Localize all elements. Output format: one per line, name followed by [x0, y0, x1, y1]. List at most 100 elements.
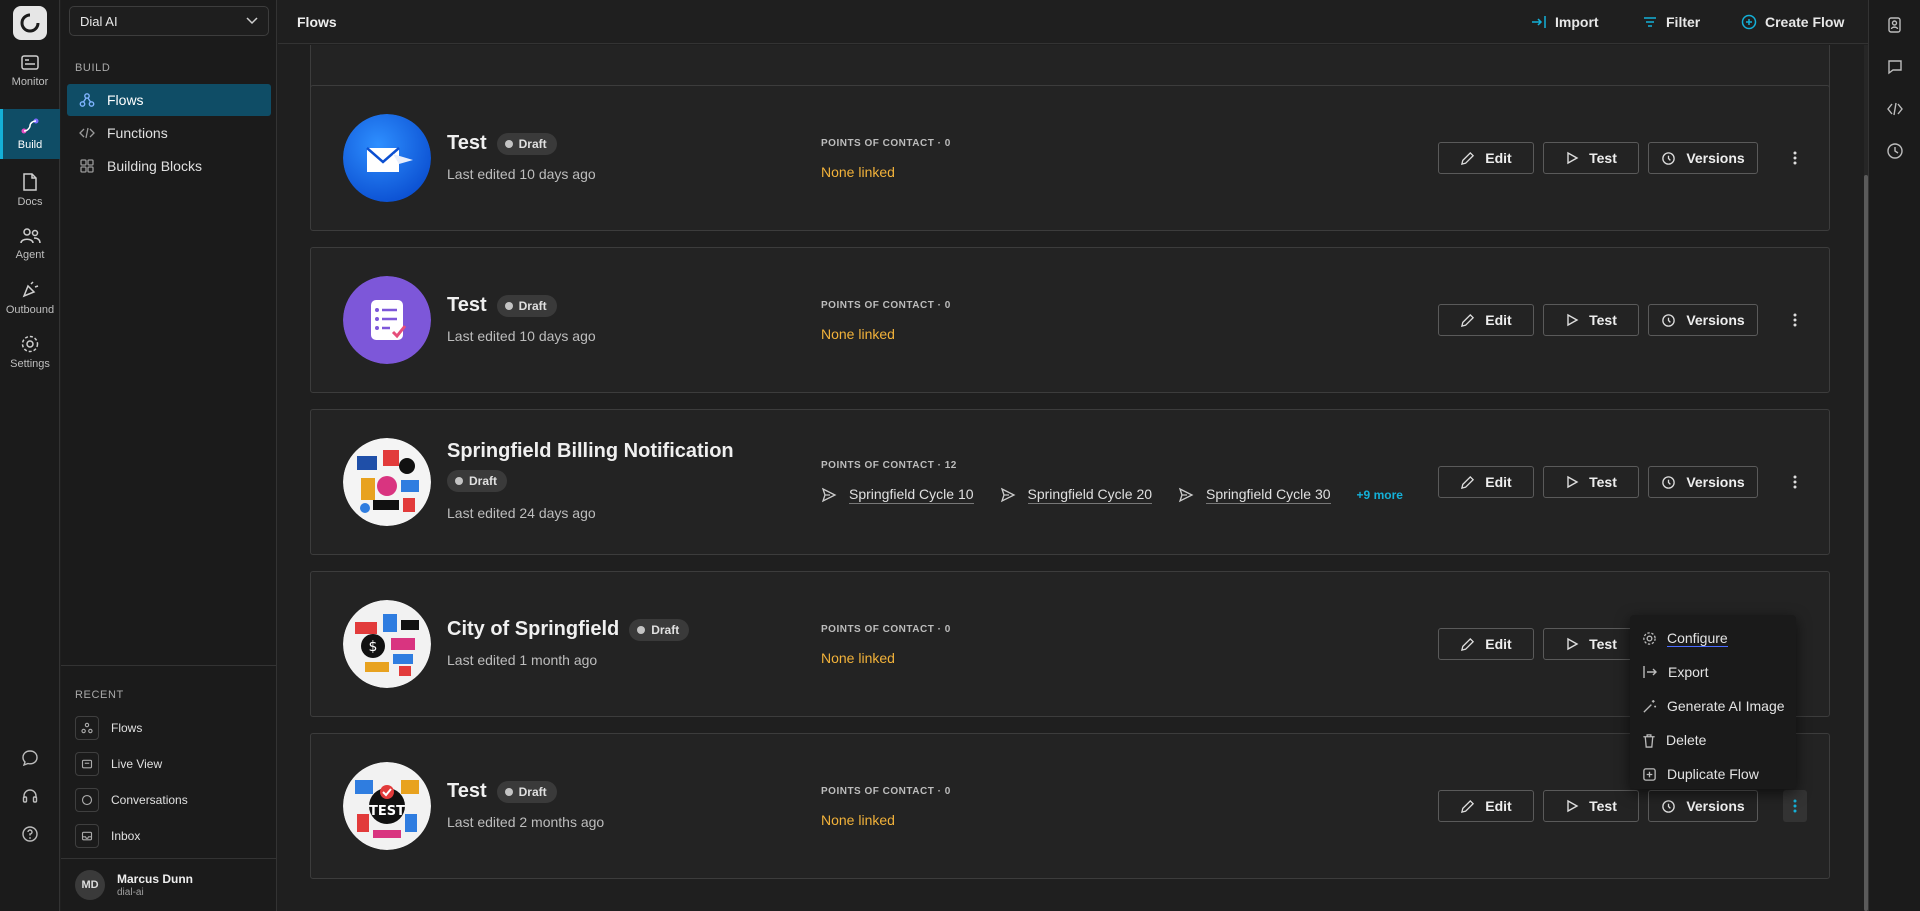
menu-item-export[interactable]: Export: [1630, 655, 1796, 689]
scrollbar-thumb[interactable]: [1864, 175, 1868, 911]
status-dot: [504, 787, 513, 796]
rail-item-build[interactable]: Build: [0, 109, 60, 159]
versions-button[interactable]: Versions: [1648, 304, 1758, 336]
app-logo[interactable]: [13, 6, 47, 40]
filter-button[interactable]: Filter: [1642, 10, 1700, 34]
recent-item-flows[interactable]: Flows: [75, 716, 142, 740]
contact-link[interactable]: Springfield Cycle 10: [821, 486, 974, 504]
rail-label: Settings: [10, 358, 50, 370]
user-profile[interactable]: MD Marcus Dunn dial-ai: [75, 870, 193, 900]
status-badge: Draft: [496, 294, 557, 317]
none-linked: None linked: [821, 164, 895, 180]
test-button[interactable]: Test: [1543, 466, 1639, 498]
build-icon: [21, 118, 39, 134]
sidebar-item-flows[interactable]: Flows: [67, 84, 271, 116]
rail-item-agent[interactable]: Agent: [0, 219, 60, 269]
menu-item-generate-ai-image[interactable]: Generate AI Image: [1630, 689, 1796, 723]
recent-item-label: Flows: [111, 721, 143, 735]
status-label: Draft: [518, 298, 547, 313]
kebab-icon: [1793, 151, 1797, 165]
rail-label: Monitor: [11, 76, 49, 88]
api-icon[interactable]: [1886, 100, 1904, 118]
edit-button[interactable]: Edit: [1438, 628, 1534, 660]
checklist-icon: [343, 276, 431, 364]
versions-button[interactable]: Versions: [1648, 466, 1758, 498]
generated-art-image: [343, 438, 431, 526]
send-icon: [1178, 487, 1194, 503]
flow-card: $ City of Springfield Draft Last edited …: [310, 571, 1830, 717]
flow-image: [343, 438, 431, 526]
contact-link[interactable]: Springfield Cycle 20: [1000, 486, 1153, 504]
recent-item-inbox[interactable]: Inbox: [75, 824, 140, 848]
edit-button[interactable]: Edit: [1438, 790, 1534, 822]
right-rail: [1868, 0, 1920, 911]
test-button[interactable]: Test: [1543, 142, 1639, 174]
sidebar-item-label: Flows: [107, 92, 144, 108]
none-linked: None linked: [821, 812, 895, 828]
filter-icon: [1644, 17, 1656, 27]
test-button[interactable]: Test: [1543, 790, 1639, 822]
outbound-icon: [22, 281, 39, 298]
menu-item-configure[interactable]: Configure: [1630, 621, 1796, 655]
test-button[interactable]: Test: [1543, 304, 1639, 336]
duplicate-icon: [1643, 767, 1656, 781]
play-icon: [1567, 313, 1579, 327]
edit-button[interactable]: Edit: [1438, 466, 1534, 498]
recent-item-live-view[interactable]: Live View: [75, 752, 162, 776]
points-of-contact-label: POINTS OF CONTACT · 0: [821, 786, 951, 797]
more-options-button[interactable]: [1783, 790, 1807, 822]
flow-name[interactable]: Springfield Billing Notification: [447, 440, 734, 463]
more-options-button[interactable]: [1783, 304, 1807, 336]
avatar: MD: [75, 870, 105, 900]
flow-name[interactable]: Test: [447, 132, 487, 155]
flow-name[interactable]: City of Springfield: [447, 618, 619, 641]
more-options-button[interactable]: [1783, 466, 1807, 498]
points-of-contact-label: POINTS OF CONTACT · 0: [821, 624, 951, 635]
rail-item-outbound[interactable]: Outbound: [0, 273, 60, 323]
workspace-selector[interactable]: Dial AI: [69, 6, 269, 36]
contacts-icon[interactable]: [1886, 16, 1904, 34]
send-icon: [821, 487, 837, 503]
sidebar-item-functions[interactable]: Functions: [67, 117, 271, 149]
chat-bubble-icon: [22, 750, 38, 767]
recent-item-label: Live View: [111, 757, 163, 771]
menu-item-duplicate-flow[interactable]: Duplicate Flow: [1630, 757, 1796, 791]
contact-link[interactable]: Springfield Cycle 30: [1178, 486, 1331, 504]
rail-item-docs[interactable]: Docs: [0, 165, 60, 215]
settings-icon: [21, 335, 39, 353]
rail-item-monitor[interactable]: Monitor: [0, 46, 60, 96]
monitor-icon: [21, 55, 39, 70]
menu-item-delete[interactable]: Delete: [1630, 723, 1796, 757]
status-dot: [504, 139, 513, 148]
flow-name[interactable]: Test: [447, 294, 487, 317]
export-icon: [1643, 666, 1657, 678]
recent-item-conversations[interactable]: Conversations: [75, 788, 188, 812]
test-button[interactable]: Test: [1543, 628, 1639, 660]
sidebar-item-label: Building Blocks: [107, 158, 202, 174]
support-button[interactable]: [0, 787, 60, 805]
sidebar-item-building-blocks[interactable]: Building Blocks: [67, 150, 271, 182]
import-button[interactable]: Import: [1531, 10, 1599, 34]
more-options-button[interactable]: [1783, 142, 1807, 174]
create-flow-button[interactable]: Create Flow: [1741, 10, 1844, 34]
feedback-button[interactable]: [0, 749, 60, 767]
flow-name[interactable]: Test: [447, 780, 487, 803]
versions-button[interactable]: Versions: [1648, 142, 1758, 174]
test-label: Test: [1589, 150, 1617, 166]
history-icon[interactable]: [1886, 142, 1904, 160]
rail-item-settings[interactable]: Settings: [0, 327, 60, 377]
code-icon: [79, 127, 95, 139]
more-contacts-link[interactable]: +9 more: [1357, 488, 1403, 502]
menu-item-label: Configure: [1667, 629, 1728, 647]
messages-icon[interactable]: [1886, 58, 1904, 76]
magic-wand-icon: [1643, 699, 1657, 713]
edit-button[interactable]: Edit: [1438, 142, 1534, 174]
generated-art-image: TEST: [343, 762, 431, 850]
versions-label: Versions: [1686, 798, 1745, 814]
edit-label: Edit: [1485, 474, 1512, 490]
versions-label: Versions: [1686, 474, 1745, 490]
edit-button[interactable]: Edit: [1438, 304, 1534, 336]
logo-icon: [20, 13, 40, 33]
help-button[interactable]: [0, 825, 60, 843]
versions-button[interactable]: Versions: [1648, 790, 1758, 822]
